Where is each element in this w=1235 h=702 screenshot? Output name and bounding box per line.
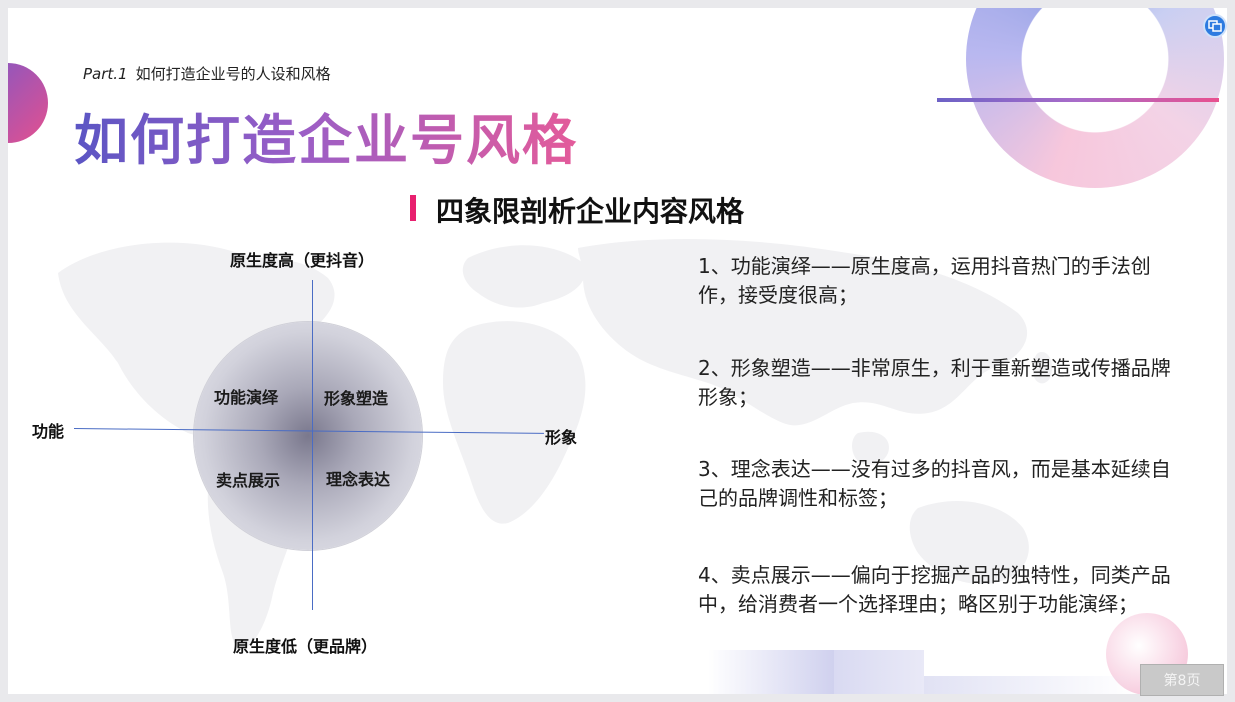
section-subtitle: 四象限剖析企业内容风格 <box>436 195 745 228</box>
window-switch-icon <box>1208 20 1222 32</box>
part-label: Part.1 如何打造企业号的人设和风格 <box>83 63 331 84</box>
page-title: 如何打造企业号风格 <box>74 96 578 175</box>
description-item: 2、形象塑造——非常原生，利于重新塑造或传播品牌形象； <box>698 356 1171 409</box>
quadrant-circle <box>194 322 422 550</box>
decorative-bottom-bar <box>708 650 836 694</box>
decorative-bottom-bar <box>834 650 924 694</box>
axis-label-right: 形象 <box>545 428 578 447</box>
description-item: 1、功能演绎——原生度高，运用抖音热门的手法创作，接受度很高； <box>698 254 1151 307</box>
part-title: 如何打造企业号的人设和风格 <box>135 65 331 83</box>
page-number-button[interactable]: 第8页 <box>1140 664 1224 696</box>
part-prefix: Part.1 <box>83 65 128 83</box>
quadrant-bottom-right: 理念表达 <box>326 470 391 489</box>
slide: Part.1 如何打造企业号的人设和风格 如何打造企业号风格 四象限剖析企业内容风… <box>8 8 1227 694</box>
decorative-gradient-line <box>937 98 1219 102</box>
axis-label-top: 原生度高（更抖音） <box>230 251 375 270</box>
axis-label-left: 功能 <box>32 422 65 441</box>
quadrant-top-right: 形象塑造 <box>324 389 389 408</box>
window-switch-button[interactable] <box>1203 14 1227 38</box>
subtitle-accent-bar <box>410 195 416 221</box>
quadrant-bottom-left: 卖点展示 <box>216 471 281 490</box>
axis-label-bottom: 原生度低（更品牌） <box>233 637 378 656</box>
description-item: 4、卖点展示——偏向于挖掘产品的独特性，同类产品中，给消费者一个选择理由；略区别… <box>698 563 1171 616</box>
quadrant-top-left: 功能演绎 <box>214 388 279 407</box>
description-item: 3、理念表达——没有过多的抖音风，而是基本延续自己的品牌调性和标签； <box>698 457 1171 510</box>
decorative-left-blob <box>8 63 48 143</box>
vertical-axis <box>312 280 313 610</box>
decorative-bottom-bar <box>924 676 1134 694</box>
